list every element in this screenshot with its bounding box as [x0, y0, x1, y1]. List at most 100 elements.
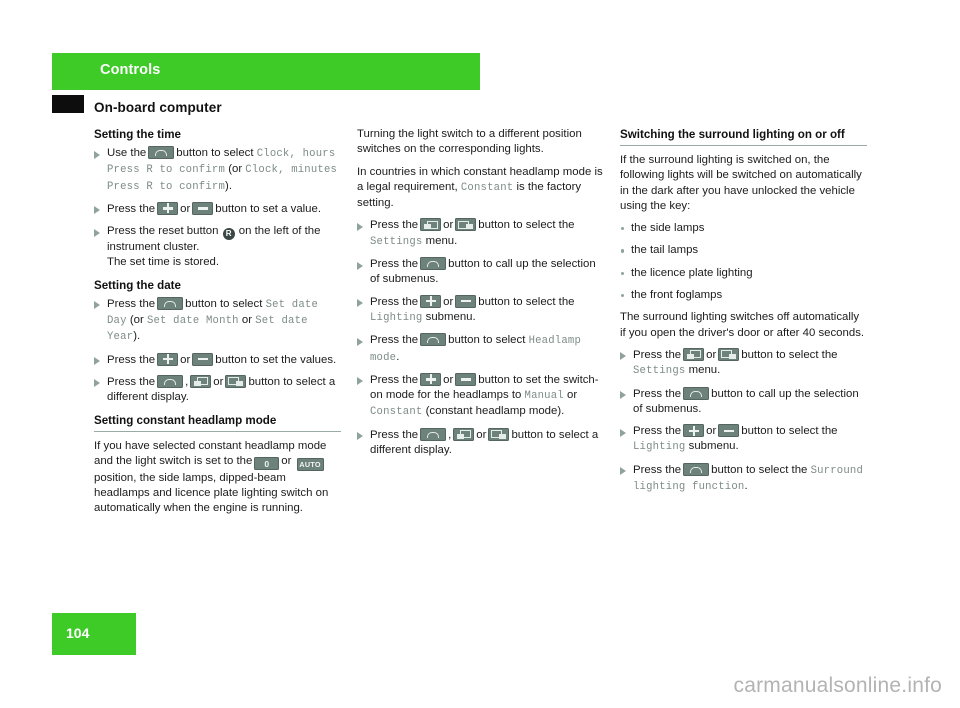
- display-left-button-icon: [190, 374, 212, 388]
- list-item: the front foglamps: [620, 288, 867, 303]
- up-button-icon: [420, 257, 447, 271]
- step-text-part: button to select: [176, 147, 254, 159]
- triangle-bullet-icon: [620, 352, 626, 361]
- page-number-box: 104: [52, 613, 136, 655]
- paragraph-text-part: If you have selected constant headlamp m…: [94, 439, 327, 467]
- step-text-part: ,: [448, 428, 452, 441]
- display-left-button-icon: [453, 427, 475, 441]
- step-text-part: or: [443, 219, 454, 232]
- step-text-part: Press the: [107, 375, 156, 388]
- step-text-part: menu.: [688, 364, 721, 377]
- step-text-part: or: [180, 353, 191, 366]
- step-item: Press the reset button R on the left of …: [94, 224, 341, 271]
- triangle-bullet-icon: [357, 222, 363, 231]
- paragraph-surround-lighting-intro: If the surround lighting is switched on,…: [620, 154, 862, 212]
- steps-setting-the-time: Use the button to select Clock, hours Pre…: [94, 146, 341, 271]
- up-button-icon: [683, 386, 710, 400]
- display-left-button-icon: [683, 347, 705, 361]
- step-text-part: Use the: [107, 147, 147, 159]
- triangle-bullet-icon: [94, 357, 100, 366]
- step-text-part: Press the: [107, 297, 156, 310]
- paragraph-text-part: or: [281, 454, 292, 467]
- heading-surround-lighting: Switching the surround lighting on or of…: [620, 127, 867, 146]
- step-text-part: submenu.: [425, 310, 476, 323]
- minus-button-icon: [455, 294, 477, 308]
- step-item: Press the, or button to select a different…: [357, 427, 604, 459]
- step-text-part: or: [213, 375, 224, 388]
- paragraph-text-part: position, the side lamps, dipped-beam he…: [94, 471, 329, 515]
- step-text-part: Press the: [633, 348, 682, 361]
- step-item: Press the button to select the Surround l…: [620, 462, 867, 496]
- step-item: Press the button to call up the selection…: [357, 257, 604, 288]
- plus-button-icon: [157, 352, 179, 366]
- step-text-part: submenu.: [688, 440, 739, 453]
- display-text: Constant: [370, 406, 423, 419]
- step-text-part: (or: [129, 314, 144, 327]
- step-text-part: menu.: [425, 234, 458, 247]
- step-text-part: (constant headlamp mode).: [425, 405, 565, 418]
- steps-setting-the-date: Press the button to select Set date Day (…: [94, 296, 341, 406]
- step-text-part: Press the: [370, 258, 419, 271]
- display-text: Set date Month: [146, 315, 239, 328]
- step-item: Press the or button to set a value.: [94, 201, 341, 217]
- light-switch-off-icon: 0: [254, 456, 280, 470]
- list-surround-lights: the side lamps the tail lamps the licenc…: [620, 221, 867, 303]
- paragraph-light-switch: Turning the light switch to a different …: [357, 128, 582, 156]
- heading-setting-constant-headlamp-mode: Setting constant headlamp mode: [94, 413, 341, 432]
- list-item: the tail lamps: [620, 243, 867, 258]
- step-item: Press the or button to set the values.: [94, 352, 341, 368]
- step-text-part: Press the reset button: [107, 225, 219, 238]
- step-text-part: Press the: [633, 387, 682, 400]
- step-text-part: Press the: [633, 463, 682, 476]
- minus-button-icon: [455, 372, 477, 386]
- step-text-part: button to set a value.: [215, 202, 322, 215]
- step-text-part: or: [706, 348, 717, 361]
- step-item: Press the or button to set the switch-on m…: [357, 372, 604, 421]
- step-text-part: button to select the: [741, 425, 838, 438]
- triangle-bullet-icon: [94, 228, 100, 237]
- step-text-part: Press the: [370, 373, 419, 386]
- chapter-header-bar: Controls: [52, 53, 480, 90]
- page-number: 104: [66, 625, 90, 641]
- step-text-part: button to set the values.: [215, 353, 337, 366]
- list-item-label: the tail lamps: [631, 244, 699, 257]
- display-text: Settings: [633, 365, 686, 378]
- step-text-part: Press the: [370, 295, 419, 308]
- plus-button-icon: [420, 294, 442, 308]
- step-text-part: ).: [225, 179, 232, 192]
- up-button-icon: [157, 296, 184, 310]
- display-right-button-icon: [718, 347, 740, 361]
- content-columns: Setting the time Use the button to select…: [94, 127, 868, 597]
- display-text: Constant: [460, 181, 514, 194]
- display-text: Lighting: [370, 311, 423, 324]
- triangle-bullet-icon: [620, 428, 626, 437]
- triangle-bullet-icon: [357, 337, 363, 346]
- step-text-part: .: [744, 480, 748, 493]
- heading-setting-the-time: Setting the time: [94, 128, 181, 141]
- dot-bullet-icon: [621, 227, 625, 231]
- column-1: Setting the time Use the button to select…: [94, 127, 341, 524]
- step-text-part: Press the: [370, 334, 419, 347]
- paragraph-surround-lighting-off: The surround lighting switches off autom…: [620, 311, 865, 339]
- steps-surround-lighting: Press the or button to select the Settings…: [620, 347, 867, 496]
- step-text-part: or: [476, 428, 487, 441]
- step-text-part: (or: [228, 163, 243, 176]
- step-text-part: button to select: [185, 297, 263, 310]
- step-text-part: button to select: [448, 334, 526, 347]
- step-note: The set time is stored.: [107, 256, 220, 269]
- up-button-icon: [148, 146, 175, 159]
- steps-headlamp-mode: Press the or button to select the Settings…: [357, 218, 604, 458]
- dot-bullet-icon: [621, 249, 625, 253]
- triangle-bullet-icon: [357, 299, 363, 308]
- triangle-bullet-icon: [94, 301, 100, 310]
- step-text-part: or: [567, 389, 578, 402]
- minus-button-icon: [718, 424, 740, 438]
- step-text-part: ,: [185, 375, 189, 388]
- chapter-title: Controls: [100, 62, 161, 78]
- triangle-bullet-icon: [620, 391, 626, 400]
- triangle-bullet-icon: [94, 379, 100, 388]
- step-text-part: Press the: [370, 219, 419, 232]
- step-item: Press the button to call up the selection…: [620, 386, 867, 418]
- plus-button-icon: [420, 372, 442, 386]
- up-button-icon: [420, 427, 447, 441]
